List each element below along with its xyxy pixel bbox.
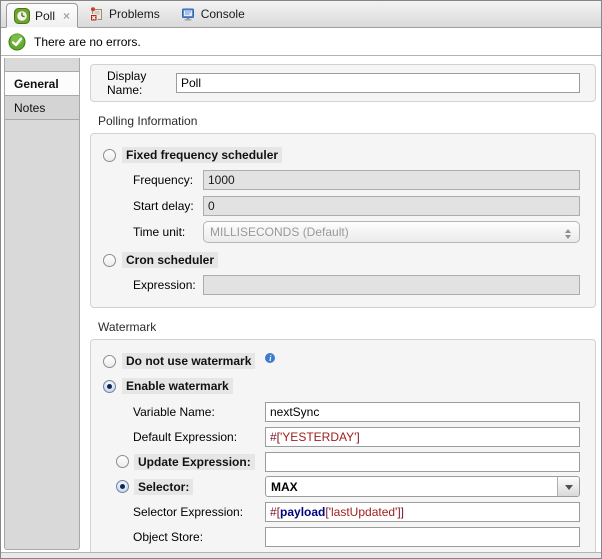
- selector-dropdown-value: MAX: [266, 480, 298, 494]
- selector-expression-label: Selector Expression:: [133, 505, 265, 519]
- tab-label: Problems: [109, 7, 160, 21]
- properties-sidebar: General Notes: [4, 58, 80, 550]
- default-expression-row: Default Expression: #['YESTERDAY']: [133, 426, 580, 447]
- selector-row: Selector: MAX: [116, 476, 580, 497]
- sidebar-item-label: Notes: [14, 101, 45, 115]
- variable-name-row: Variable Name:: [133, 401, 580, 422]
- frequency-label: Frequency:: [133, 173, 203, 187]
- fixed-frequency-label: Fixed frequency scheduler: [122, 147, 282, 163]
- start-delay-input: [203, 196, 580, 216]
- time-unit-label: Time unit:: [133, 225, 203, 239]
- selector-expression-row: Selector Expression: #[payload['lastUpda…: [133, 501, 580, 522]
- update-expression-input[interactable]: [265, 452, 580, 472]
- display-name-group: Display Name:: [90, 64, 596, 102]
- polling-section-title: Polling Information: [98, 114, 596, 128]
- polling-group: Fixed frequency scheduler Frequency: Sta…: [90, 133, 596, 308]
- tab-label: Console: [201, 7, 245, 21]
- tab-problems[interactable]: Problems: [78, 1, 170, 27]
- do-not-use-watermark-row: Do not use watermark i: [103, 352, 580, 370]
- tab-label: Poll: [35, 9, 55, 23]
- sidebar-item-notes[interactable]: Notes: [5, 96, 79, 120]
- tab-console[interactable]: Console: [170, 1, 255, 27]
- time-unit-value: MILLISECONDS (Default): [210, 225, 349, 239]
- selector-radio[interactable]: [116, 480, 129, 493]
- object-store-row: Object Store:: [133, 526, 580, 547]
- general-panel: Display Name: Polling Information Fixed …: [80, 56, 601, 552]
- editor-tabbar: Poll × Problems: [1, 1, 601, 28]
- selector-expression-input[interactable]: #[payload['lastUpdated']]: [265, 502, 580, 522]
- frequency-input: [203, 170, 580, 190]
- sidebar-spacer: [5, 58, 79, 72]
- update-expression-label-wrap: Update Expression:: [134, 455, 265, 469]
- info-icon: i: [265, 353, 275, 363]
- update-expression-label: Update Expression:: [134, 454, 255, 470]
- update-expression-row: Update Expression:: [116, 451, 580, 472]
- variable-name-label: Variable Name:: [133, 405, 265, 419]
- enable-watermark-radio[interactable]: [103, 380, 116, 393]
- start-delay-row: Start delay:: [133, 195, 580, 216]
- cron-expression-row: Expression:: [133, 274, 580, 295]
- sidebar-filler: [5, 120, 79, 549]
- object-store-input[interactable]: [265, 527, 580, 547]
- fixed-frequency-radio-row: Fixed frequency scheduler: [103, 146, 580, 164]
- do-not-use-watermark-label: Do not use watermark: [122, 353, 255, 369]
- properties-window: Poll × Problems: [0, 0, 602, 559]
- display-name-input[interactable]: [176, 73, 580, 93]
- update-expression-radio[interactable]: [116, 455, 129, 468]
- object-store-label: Object Store:: [133, 530, 265, 544]
- frequency-row: Frequency:: [133, 169, 580, 190]
- default-expression-label: Default Expression:: [133, 430, 265, 444]
- watermark-section-title: Watermark: [98, 320, 596, 334]
- sidebar-item-label: General: [14, 77, 59, 91]
- enable-watermark-label: Enable watermark: [122, 378, 233, 394]
- cron-scheduler-label: Cron scheduler: [122, 252, 218, 268]
- start-delay-label: Start delay:: [133, 199, 203, 213]
- enable-watermark-row: Enable watermark: [103, 377, 580, 395]
- time-unit-select: MILLISECONDS (Default): [203, 221, 580, 243]
- cron-expression-label: Expression:: [133, 278, 203, 292]
- close-icon[interactable]: ×: [63, 9, 70, 23]
- poll-clock-icon: [14, 8, 30, 24]
- cron-expression-input: [203, 275, 580, 295]
- cron-scheduler-radio[interactable]: [103, 254, 116, 267]
- do-not-use-watermark-radio[interactable]: [103, 355, 116, 368]
- properties-content: General Notes Display Name: Polling Info…: [1, 56, 601, 552]
- bottom-strip: [1, 552, 601, 558]
- select-stepper-icon: [565, 226, 571, 242]
- variable-name-input[interactable]: [265, 402, 580, 422]
- display-name-label: Display Name:: [107, 69, 176, 97]
- selector-label-wrap: Selector:: [134, 480, 265, 494]
- status-message: There are no errors.: [34, 35, 141, 49]
- validation-statusbar: There are no errors.: [1, 28, 601, 56]
- tab-poll[interactable]: Poll ×: [6, 3, 78, 28]
- sidebar-item-general[interactable]: General: [5, 72, 79, 96]
- watermark-group: Do not use watermark i Enable watermark …: [90, 339, 596, 552]
- cron-radio-row: Cron scheduler: [103, 251, 580, 269]
- no-errors-check-icon: [8, 33, 26, 51]
- problems-icon: [88, 6, 104, 22]
- dropdown-arrow-icon[interactable]: [557, 477, 579, 496]
- time-unit-row: Time unit: MILLISECONDS (Default): [133, 221, 580, 242]
- console-icon: [180, 6, 196, 22]
- selector-dropdown[interactable]: MAX: [265, 476, 580, 497]
- selector-label: Selector:: [134, 479, 193, 495]
- default-expression-input[interactable]: #['YESTERDAY']: [265, 427, 580, 447]
- fixed-frequency-radio[interactable]: [103, 149, 116, 162]
